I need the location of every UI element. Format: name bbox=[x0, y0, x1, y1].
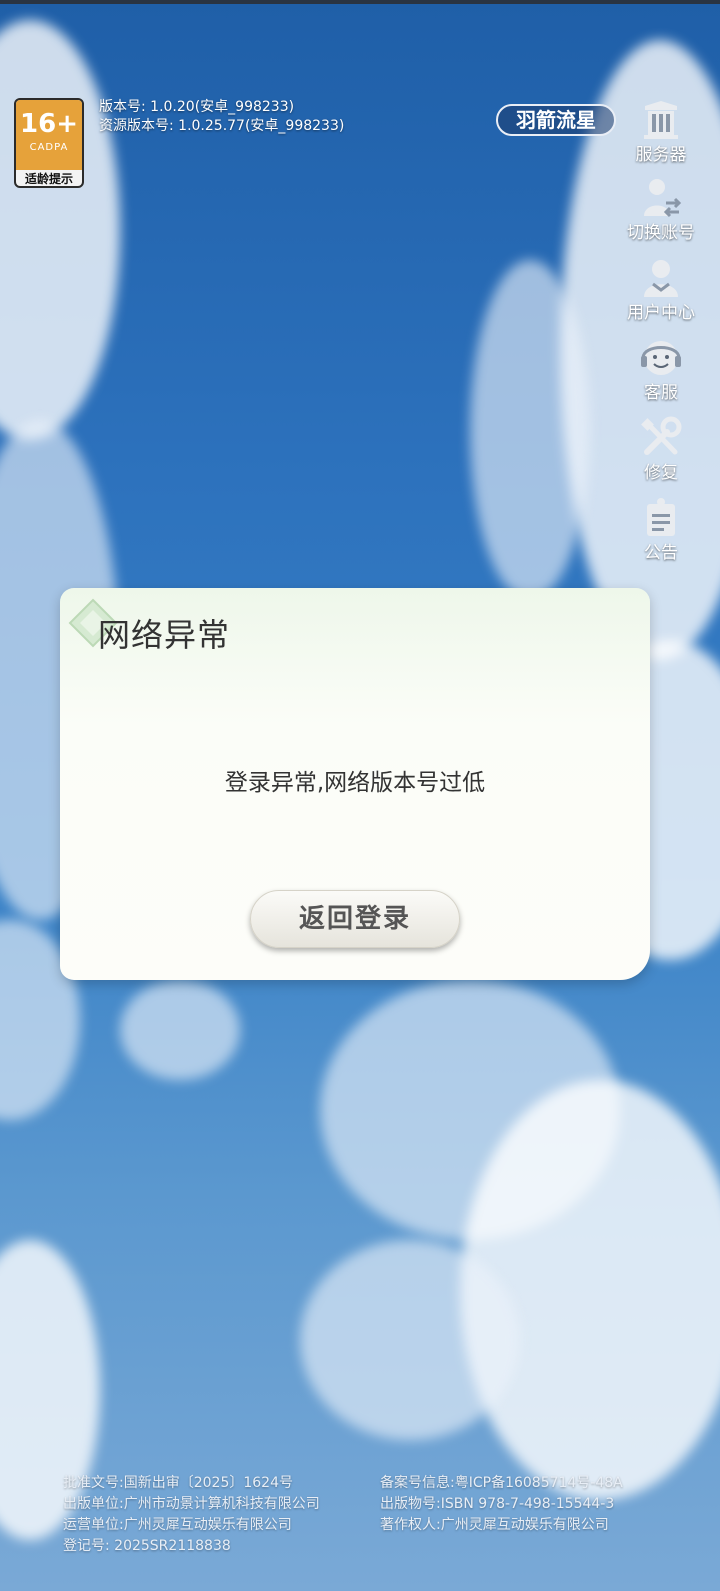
customer-service-icon bbox=[641, 341, 681, 375]
sidebar-item-label: 修复 bbox=[644, 463, 678, 483]
version-info: 版本号: 1.0.20(安卓_998233) 资源版本号: 1.0.25.77(… bbox=[99, 98, 344, 136]
sidebar-item-label: 服务器 bbox=[635, 145, 687, 165]
approval-number: 批准文号:国新出审〔2025〕1624号 bbox=[63, 1475, 293, 1491]
icp-record: 备案号信息:粤ICP备16085714号-48A bbox=[380, 1475, 623, 1491]
status-strip bbox=[0, 0, 720, 4]
sidebar-item-label: 客服 bbox=[644, 383, 678, 403]
registration-number: 登记号: 2025SR2118838 bbox=[63, 1538, 231, 1554]
resource-version: 资源版本号: 1.0.25.77(安卓_998233) bbox=[99, 118, 345, 134]
sidebar-item-user-center[interactable]: 用户中心 bbox=[619, 256, 703, 323]
switch-account-icon bbox=[644, 179, 682, 218]
footer-right: 备案号信息:粤ICP备16085714号-48A 出版物号:ISBN 978-7… bbox=[380, 1473, 623, 1536]
age-rating-org: CADPA bbox=[29, 142, 69, 153]
sidebar-item-label: 用户中心 bbox=[627, 303, 695, 323]
network-error-dialog: 网络异常 登录异常,网络版本号过低 返回登录 bbox=[60, 588, 650, 980]
announcement-icon bbox=[647, 498, 675, 536]
age-rating-badge[interactable]: 16+ CADPA 适龄提示 bbox=[14, 98, 84, 188]
operator: 运营单位:广州灵犀互动娱乐有限公司 bbox=[63, 1517, 292, 1533]
dialog-title: 网络异常 bbox=[98, 616, 231, 654]
sidebar-item-label: 切换账号 bbox=[627, 223, 695, 243]
server-icon bbox=[644, 101, 678, 139]
isbn-number: 出版物号:ISBN 978-7-498-15544-3 bbox=[380, 1496, 615, 1512]
repair-icon bbox=[641, 416, 682, 455]
age-rating-label: 适龄提示 bbox=[24, 172, 73, 186]
publisher: 出版单位:广州市动景计算机科技有限公司 bbox=[63, 1496, 320, 1512]
sidebar-item-repair[interactable]: 修复 bbox=[619, 416, 703, 483]
server-name-button[interactable]: 羽箭流星 bbox=[496, 104, 616, 136]
copyright-holder: 著作权人:广州灵犀互动娱乐有限公司 bbox=[380, 1517, 609, 1533]
app-version: 版本号: 1.0.20(安卓_998233) bbox=[99, 99, 295, 115]
sidebar-item-label: 公告 bbox=[644, 543, 678, 563]
return-to-login-button[interactable]: 返回登录 bbox=[250, 890, 460, 948]
user-center-icon bbox=[644, 260, 678, 297]
sidebar-item-switch-account[interactable]: 切换账号 bbox=[619, 176, 703, 243]
sidebar-item-customer-service[interactable]: 客服 bbox=[619, 336, 703, 403]
sidebar-item-announcement[interactable]: 公告 bbox=[619, 496, 703, 563]
sidebar-item-server[interactable]: 服务器 bbox=[619, 98, 703, 165]
dialog-message: 登录异常,网络版本号过低 bbox=[224, 770, 486, 796]
age-rating-number: 16+ bbox=[20, 109, 78, 139]
footer-left: 批准文号:国新出审〔2025〕1624号 出版单位:广州市动景计算机科技有限公司… bbox=[63, 1473, 320, 1557]
